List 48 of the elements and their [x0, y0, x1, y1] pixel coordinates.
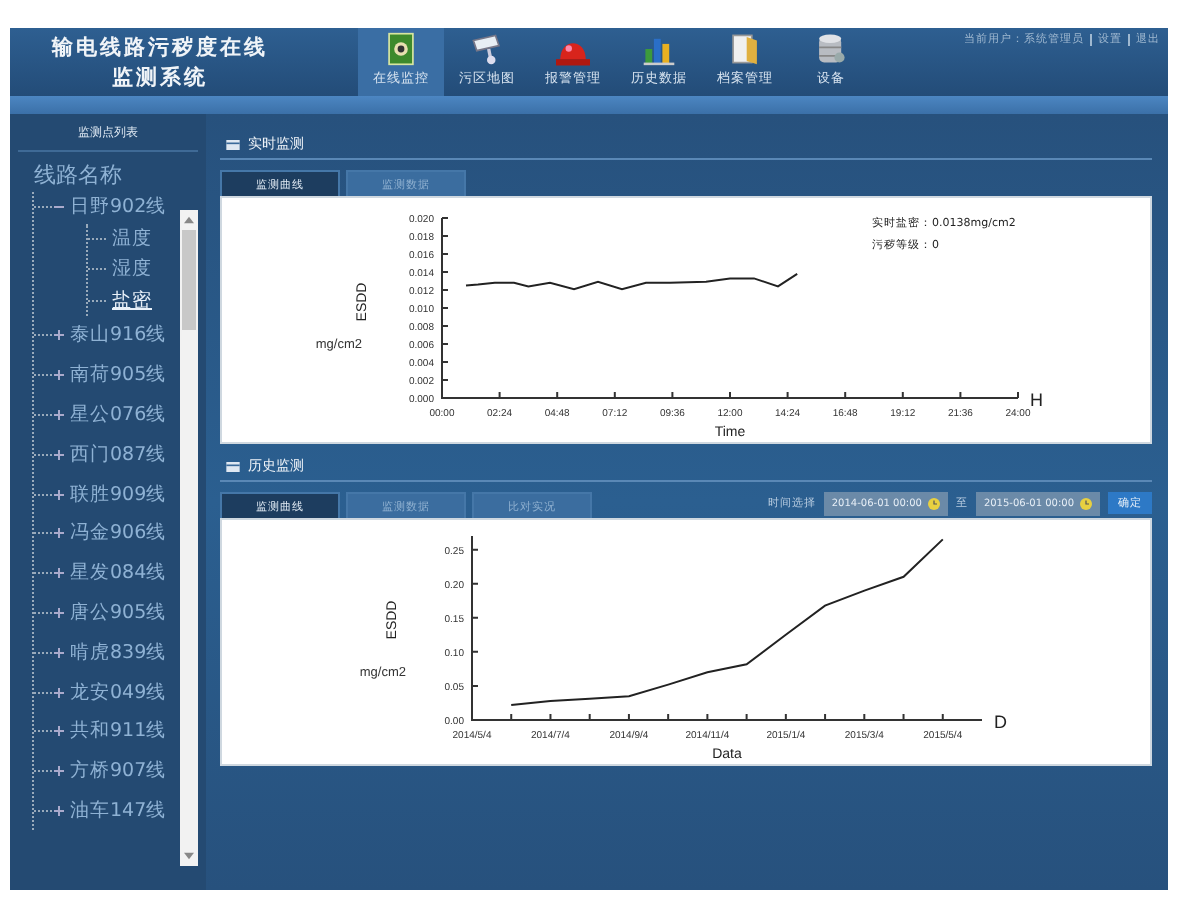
- app-title: 输电线路污秽度在线: [52, 34, 268, 64]
- panel-icon: [226, 139, 240, 149]
- expander-icon[interactable]: [54, 528, 64, 539]
- expander-icon[interactable]: [54, 647, 64, 658]
- tree-item[interactable]: 湿度: [106, 256, 152, 283]
- tree-item[interactable]: 星发084线: [70, 560, 167, 587]
- expander-icon[interactable]: [54, 607, 64, 618]
- tree-item[interactable]: 星公076线: [70, 401, 167, 428]
- document-folder-icon: [728, 32, 762, 66]
- monitor-icon: [384, 32, 418, 66]
- expander-icon[interactable]: [54, 568, 64, 579]
- expander-icon[interactable]: [54, 370, 64, 381]
- database-icon: [814, 32, 848, 66]
- expander-icon[interactable]: [54, 766, 64, 777]
- tree-item[interactable]: 共和911线: [70, 718, 167, 745]
- scroll-up-icon[interactable]: [184, 216, 194, 224]
- expander-icon[interactable]: [54, 687, 64, 698]
- expander-icon[interactable]: [54, 726, 64, 737]
- tree-item[interactable]: 联胜909线: [70, 481, 167, 508]
- tree-item[interactable]: 冯金906线: [70, 520, 167, 547]
- expander-icon[interactable]: [54, 805, 64, 816]
- expander-icon[interactable]: [54, 449, 64, 460]
- tree-item[interactable]: 西门087线: [70, 441, 167, 468]
- expander-icon[interactable]: [54, 489, 64, 500]
- tree-item[interactable]: 南荷905线: [70, 362, 167, 389]
- tree-item[interactable]: 日野902线: [70, 194, 167, 221]
- tree-item[interactable]: 方桥907线: [70, 758, 167, 785]
- app-title: 监测系统: [112, 64, 208, 94]
- clock-icon[interactable]: [1080, 497, 1092, 509]
- tree-item[interactable]: 油车147线: [70, 797, 167, 824]
- tree-item[interactable]: 啃虎839线: [70, 639, 167, 666]
- scroll-down-icon[interactable]: [184, 852, 194, 860]
- expander-icon[interactable]: [54, 409, 64, 420]
- alarm-light-icon: [556, 40, 590, 66]
- axis-unit: H: [1030, 390, 1043, 410]
- tree-item[interactable]: 泰山916线: [70, 322, 167, 349]
- expander-icon[interactable]: [54, 330, 64, 341]
- scrollbar[interactable]: [180, 210, 198, 866]
- tree-item[interactable]: 龙安049线: [70, 679, 167, 706]
- panel-icon: [226, 461, 240, 471]
- tree-item[interactable]: 温度: [106, 225, 152, 252]
- axis-unit: D: [994, 712, 1007, 732]
- scroll-thumb[interactable]: [182, 230, 196, 330]
- camera-icon: [470, 32, 504, 66]
- tree-item[interactable]: 唐公905线: [70, 599, 167, 626]
- tree-item[interactable]: 盐密: [106, 287, 152, 314]
- clock-icon[interactable]: [927, 497, 940, 509]
- tree-root[interactable]: 线路名称: [26, 160, 180, 192]
